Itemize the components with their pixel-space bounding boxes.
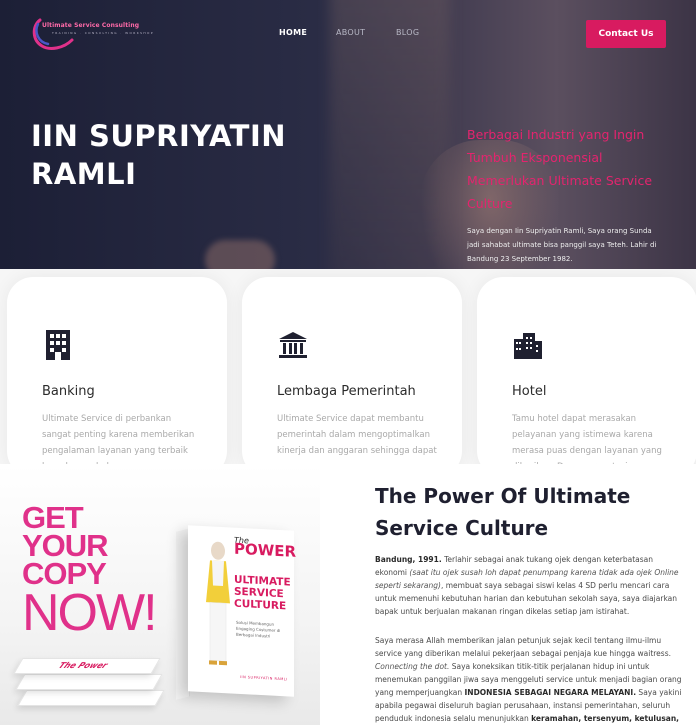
paragraph-bold: INDONESIA SEBAGAI NEGARA MELAYANI. bbox=[464, 688, 637, 697]
card-hotel: Hotel Tamu hotel dapat merasakan pelayan… bbox=[477, 277, 696, 464]
cover-subtitle: Solusi Membangun Engaging Costumer di Be… bbox=[236, 619, 281, 639]
nav-about[interactable]: ABOUT bbox=[336, 28, 365, 37]
card-text: Ultimate Service di perbankan sangat pen… bbox=[42, 414, 195, 464]
paragraph-text: Saya merasa Allah memberikan jalan petun… bbox=[375, 636, 671, 658]
hotel-icon bbox=[514, 333, 542, 359]
hero-name-line2: RAMLI bbox=[31, 157, 137, 191]
logo[interactable]: Ultimate Service Consulting TRAINING · C… bbox=[30, 14, 170, 52]
book-promo-section: GET YOUR COPY NOW! The POWER ULTIMATE SE… bbox=[0, 464, 320, 725]
book-cover-image[interactable]: The POWER ULTIMATE SERVICE CULTURE Solus… bbox=[188, 525, 297, 697]
paragraph-lead: Bandung, 1991. bbox=[375, 555, 442, 564]
industry-cards-section: Banking Ultimate Service di perbankan sa… bbox=[0, 269, 696, 464]
card-text: Tamu hotel dapat merasakan pelayanan yan… bbox=[512, 414, 662, 464]
get-your-copy-heading: GET YOUR COPY NOW! bbox=[22, 502, 158, 642]
government-icon bbox=[279, 332, 307, 358]
hero-name: IIN SUPRIYATIN RAMLI bbox=[31, 117, 311, 193]
article-paragraph-1: Bandung, 1991. Terlahir sebagai anak tuk… bbox=[375, 553, 687, 618]
paragraph-italic: Connecting the dot. bbox=[375, 662, 450, 671]
card-title: Banking bbox=[42, 384, 95, 399]
card-title: Hotel bbox=[512, 384, 547, 399]
contact-us-button[interactable]: Contact Us bbox=[586, 20, 666, 48]
card-banking: Banking Ultimate Service di perbankan sa… bbox=[7, 277, 227, 464]
stack-book-label: The Power bbox=[56, 661, 110, 670]
article-paragraph-2: Saya merasa Allah memberikan jalan petun… bbox=[375, 634, 687, 725]
article-title: The Power Of Ultimate Service Culture bbox=[375, 484, 631, 540]
cover-ultimate: ULTIMATE SERVICE CULTURE bbox=[234, 573, 291, 613]
author-photo-icon bbox=[206, 541, 230, 666]
logo-subtitle: TRAINING · CONSULTING · WORKSHOP bbox=[52, 31, 155, 35]
logo-text: Ultimate Service Consulting bbox=[42, 22, 140, 29]
hero-name-line1: IIN SUPRIYATIN bbox=[31, 119, 287, 153]
stack-book bbox=[15, 674, 163, 690]
hero-section: Ultimate Service Consulting TRAINING · C… bbox=[0, 0, 696, 269]
building-icon bbox=[46, 330, 70, 360]
card-title: Lembaga Pemerintah bbox=[277, 384, 416, 399]
nav-home[interactable]: HOME bbox=[279, 28, 307, 37]
cover-author: IIN SUPRIYATIN RAMLI bbox=[240, 674, 288, 682]
stack-book bbox=[17, 690, 165, 706]
hero-tagline: Berbagai Industri yang Ingin Tumbuh Eksp… bbox=[467, 127, 653, 211]
cover-power: POWER bbox=[234, 539, 297, 561]
hero-description: Saya dengan Iin Supriyatin Ramli, Saya o… bbox=[467, 227, 657, 263]
promo-line-now: NOW! bbox=[22, 584, 158, 642]
book-stack-image: The Power bbox=[13, 656, 165, 716]
nav-blog[interactable]: BLOG bbox=[396, 28, 419, 37]
card-government: Lembaga Pemerintah Ultimate Service dapa… bbox=[242, 277, 462, 464]
stack-book: The Power bbox=[13, 658, 161, 674]
article-section: The Power Of Ultimate Service Culture Ba… bbox=[320, 464, 696, 725]
card-text: Ultimate Service dapat membantu pemerint… bbox=[277, 414, 437, 456]
hero-hand-photo bbox=[205, 240, 275, 269]
